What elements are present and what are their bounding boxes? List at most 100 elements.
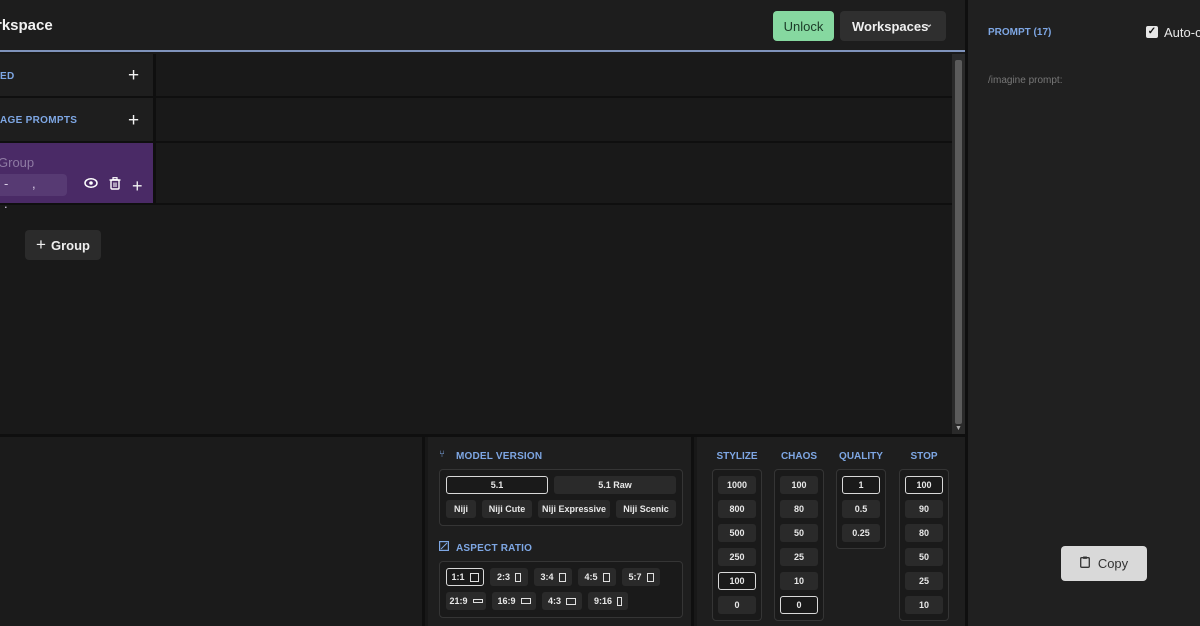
quality-title: QUALITY [839, 451, 883, 462]
branch-icon: ⑂ [439, 449, 445, 460]
trash-icon[interactable] [109, 177, 121, 193]
add-prompt-icon[interactable]: + [132, 177, 143, 196]
aspect-ratio-option[interactable]: 3:4 [534, 568, 572, 586]
chaos-option[interactable]: 25 [780, 548, 818, 566]
stop-option[interactable]: 90 [905, 500, 943, 518]
square-icon [469, 572, 479, 582]
auto-copy-checkbox[interactable]: ✓ [1146, 26, 1158, 38]
stop-group: 100 90 80 50 25 10 [899, 469, 949, 621]
portrait-icon [558, 572, 566, 582]
stylize-option[interactable]: 800 [718, 500, 756, 518]
settings-area: ⑂ MODEL VERSION 5.1 5.1 Raw Niji Niji Cu… [0, 434, 965, 626]
stop-title: STOP [910, 451, 938, 462]
params-panel: STYLIZE CHAOS QUALITY STOP 1000 800 500 … [697, 437, 965, 626]
workspaces-dropdown[interactable]: Workspaces ⌄ [840, 11, 946, 41]
aspect-ratio-option[interactable]: 16:9 [492, 592, 536, 610]
copy-label: Copy [1097, 556, 1129, 571]
model-version-option[interactable]: 5.1 Raw [554, 476, 676, 494]
model-version-title: MODEL VERSION [456, 451, 543, 462]
chaos-option[interactable]: 80 [780, 500, 818, 518]
stop-option[interactable]: 100 [905, 476, 943, 494]
stop-option[interactable]: 50 [905, 548, 943, 566]
chaos-option[interactable]: 0 [780, 596, 818, 614]
page-title: rkspace [0, 17, 53, 34]
quality-option[interactable]: 0.5 [842, 500, 880, 518]
niji-option[interactable]: Niji [446, 500, 476, 518]
stylize-option[interactable]: 250 [718, 548, 756, 566]
chaos-option[interactable]: 10 [780, 572, 818, 590]
model-panel: ⑂ MODEL VERSION 5.1 5.1 Raw Niji Niji Cu… [428, 437, 694, 626]
stylize-group: 1000 800 500 250 100 0 [712, 469, 762, 621]
portrait-icon [602, 572, 610, 582]
top-bar: rkspace Unlock Workspaces ⌄ [0, 0, 965, 52]
model-version-option[interactable]: 5.1 [446, 476, 548, 494]
stylize-title: STYLIZE [716, 451, 758, 462]
scrollbar-thumb[interactable] [955, 60, 962, 424]
chaos-option[interactable]: 50 [780, 524, 818, 542]
add-group-button[interactable]: + Group [25, 230, 101, 260]
ratio-label: 5:7 [628, 572, 642, 582]
eye-icon[interactable] [84, 177, 98, 192]
groups-area: ED + AGE PROMPTS + Group - , . + + Group [0, 54, 952, 434]
niji-option[interactable]: Niji Expressive [538, 500, 610, 518]
landscape-icon [566, 597, 576, 605]
prompt-output: /imagine prompt: [988, 75, 1063, 86]
group-label-cell: Group - , . + [0, 143, 156, 211]
landscape-icon [472, 599, 483, 603]
aspect-ratio-option[interactable]: 4:5 [578, 568, 616, 586]
quality-group: 1 0.5 0.25 [836, 469, 886, 549]
group-row: AGE PROMPTS + [0, 98, 952, 143]
add-prompt-icon[interactable]: + [128, 111, 139, 130]
ratio-label: 16:9 [497, 596, 516, 606]
ratio-label: 21:9 [449, 596, 468, 606]
aspect-ratio-option[interactable]: 21:9 [446, 592, 486, 610]
group-label-cell: AGE PROMPTS + [0, 98, 156, 141]
group-name-field[interactable]: Group [0, 155, 34, 170]
aspect-ratio-title: ASPECT RATIO [456, 543, 533, 554]
group-label: ED [0, 71, 15, 82]
aspect-ratio-option[interactable]: 4:3 [542, 592, 582, 610]
stylize-option[interactable]: 1000 [718, 476, 756, 494]
stop-option[interactable]: 10 [905, 596, 943, 614]
aspect-ratio-option[interactable]: 2:3 [490, 568, 528, 586]
copy-button[interactable]: Copy [1061, 546, 1147, 581]
niji-option[interactable]: Niji Cute [482, 500, 532, 518]
aspect-ratio-option[interactable]: 5:7 [622, 568, 660, 586]
prompt-panel: PROMPT (17) ✓ Auto-co /imagine prompt: C… [965, 0, 1200, 626]
aspect-ratio-icon [439, 541, 450, 554]
app-root: rkspace Unlock Workspaces ⌄ ED + AGE PRO… [0, 0, 1200, 626]
group-row-active: Group - , . + [0, 143, 952, 211]
aspect-ratio-option[interactable]: 9:16 [588, 592, 628, 610]
stop-option[interactable]: 25 [905, 572, 943, 590]
stylize-option[interactable]: 0 [718, 596, 756, 614]
ratio-label: 3:4 [540, 572, 554, 582]
scroll-down-icon[interactable]: ▼ [955, 425, 962, 432]
group-weights-input[interactable]: - , . [0, 174, 67, 211]
portrait-icon [617, 596, 622, 606]
unlock-button[interactable]: Unlock [773, 11, 834, 41]
group-row: ED + [0, 54, 952, 98]
quality-option[interactable]: 1 [842, 476, 880, 494]
stop-option[interactable]: 80 [905, 524, 943, 542]
portrait-icon [646, 572, 654, 582]
niji-option[interactable]: Niji Scenic [616, 500, 676, 518]
model-version-group: 5.1 5.1 Raw Niji Niji Cute Niji Expressi… [439, 469, 683, 526]
stylize-option[interactable]: 100 [718, 572, 756, 590]
ratio-label: 4:3 [547, 596, 561, 606]
bottom-left-panel [0, 437, 425, 626]
clipboard-icon [1079, 556, 1090, 571]
add-prompt-icon[interactable]: + [128, 66, 139, 85]
stylize-option[interactable]: 500 [718, 524, 756, 542]
landscape-icon [520, 598, 531, 604]
auto-copy-label: Auto-co [1164, 25, 1200, 40]
group-label-cell: ED + [0, 54, 156, 96]
ratio-label: 9:16 [593, 596, 612, 606]
prompt-count-title: PROMPT (17) [988, 27, 1052, 38]
group-label: AGE PROMPTS [0, 115, 78, 126]
groups-scrollbar[interactable]: ▼ [952, 54, 965, 434]
quality-option[interactable]: 0.25 [842, 524, 880, 542]
chaos-option[interactable]: 100 [780, 476, 818, 494]
ratio-label: 1:1 [451, 572, 465, 582]
workspaces-label: Workspaces [852, 18, 929, 34]
aspect-ratio-option[interactable]: 1:1 [446, 568, 484, 586]
